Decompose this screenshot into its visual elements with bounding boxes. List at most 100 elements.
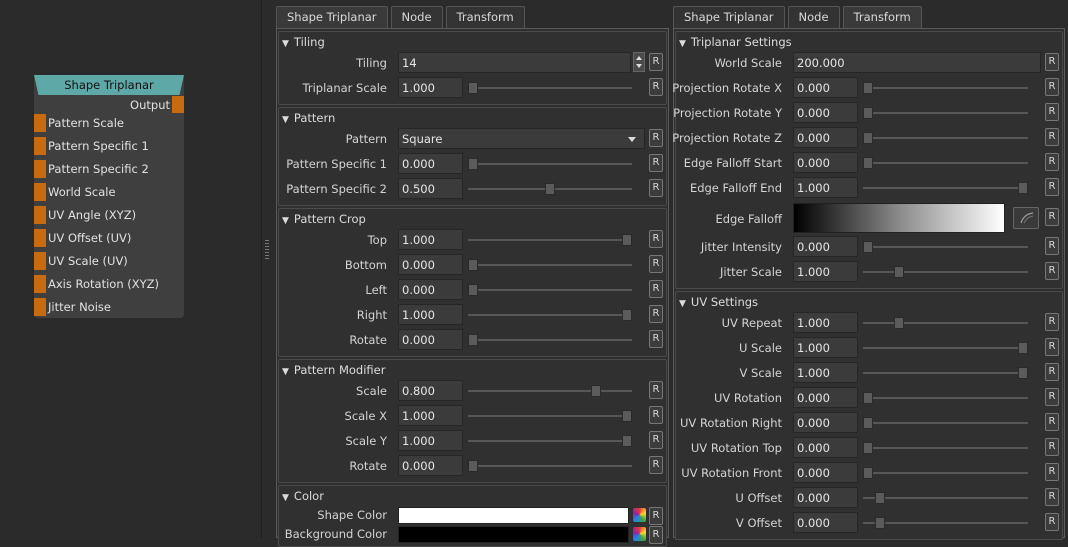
tab-node[interactable]: Node (390, 6, 443, 28)
spinbox-arrows[interactable] (633, 52, 645, 72)
slider-track-projection-rotate-z[interactable] (863, 132, 1028, 144)
slider-handle[interactable] (622, 410, 632, 422)
color-picker-icon[interactable] (633, 527, 646, 541)
slider-handle[interactable] (591, 385, 602, 397)
reset-button[interactable]: R (1045, 78, 1059, 96)
slider-track-projection-rotate-y[interactable] (863, 107, 1028, 119)
spin-up-icon[interactable] (636, 56, 642, 60)
slider-handle[interactable] (468, 284, 478, 296)
slider-handle[interactable] (468, 334, 478, 346)
group-header-pattern[interactable]: ▼ Pattern (282, 111, 335, 125)
reset-button[interactable]: R (1045, 53, 1059, 71)
slider-track-pattern-specific-2[interactable] (468, 183, 632, 195)
node-graph[interactable]: Shape Triplanar Output Pattern Scale Patt… (0, 0, 262, 538)
curve-editor-button[interactable] (1013, 207, 1039, 229)
reset-button[interactable]: R (649, 330, 663, 348)
slider-handle[interactable] (863, 82, 873, 94)
bottom-input[interactable]: 0.000 (398, 254, 463, 275)
slider-track-triplanar-scale[interactable] (468, 82, 632, 94)
slider-track-jitter-scale[interactable] (863, 266, 1028, 278)
group-header-tiling[interactable]: ▼ Tiling (282, 35, 325, 49)
rotate-input[interactable]: 0.000 (398, 455, 463, 476)
slider-handle[interactable] (863, 157, 873, 169)
jitter-scale-input[interactable]: 1.000 (793, 261, 858, 282)
reset-button[interactable]: R (1045, 338, 1059, 356)
reset-button[interactable]: R (1045, 208, 1059, 226)
slider-track-bottom[interactable] (468, 259, 632, 271)
slider-track-uv-repeat[interactable] (863, 317, 1028, 329)
projection-rotate-y-input[interactable]: 0.000 (793, 102, 858, 123)
slider-track-v-offset[interactable] (863, 517, 1028, 529)
reset-button[interactable]: R (649, 456, 663, 474)
slider-handle[interactable] (863, 107, 873, 119)
v-offset-input[interactable]: 0.000 (793, 512, 858, 533)
reset-button[interactable]: R (1045, 463, 1059, 481)
projection-rotate-z-input[interactable]: 0.000 (793, 127, 858, 148)
reset-button[interactable]: R (649, 154, 663, 172)
slider-handle[interactable] (545, 183, 555, 195)
edge-falloff-end-input[interactable]: 1.000 (793, 177, 858, 198)
slider-track-uv-rotation[interactable] (863, 392, 1028, 404)
tab-shape-triplanar[interactable]: Shape Triplanar (673, 6, 785, 28)
panel-splitter-handle[interactable] (265, 240, 269, 260)
node-input-jitter-noise[interactable]: Jitter Noise (34, 298, 184, 316)
slider-track-right[interactable] (468, 309, 632, 321)
tiling-input[interactable]: 14 (398, 52, 631, 73)
slider-track-u-offset[interactable] (863, 492, 1028, 504)
reset-button[interactable]: R (1045, 488, 1059, 506)
node-input-port[interactable] (34, 183, 46, 201)
scale-x-input[interactable]: 1.000 (398, 405, 463, 426)
slider-handle[interactable] (863, 467, 873, 479)
slider-track-scale-x[interactable] (468, 410, 632, 422)
color-swatch-shape-color[interactable] (398, 507, 629, 524)
scale-y-input[interactable]: 1.000 (398, 430, 463, 451)
slider-track-rotate[interactable] (468, 460, 632, 472)
slider-track-uv-rotation-top[interactable] (863, 442, 1028, 454)
slider-track-edge-falloff-start[interactable] (863, 157, 1028, 169)
node-input-uv-angle-xyz[interactable]: UV Angle (XYZ) (34, 206, 184, 224)
slider-track-pattern-specific-1[interactable] (468, 158, 632, 170)
slider-handle[interactable] (1018, 342, 1028, 354)
slider-handle[interactable] (863, 442, 873, 454)
reset-button[interactable]: R (649, 255, 663, 273)
collapse-triangle-icon[interactable]: ▼ (282, 367, 289, 377)
pattern-specific-2-input[interactable]: 0.500 (398, 178, 463, 199)
collapse-triangle-icon[interactable]: ▼ (282, 216, 289, 226)
slider-track-scale[interactable] (468, 385, 632, 397)
reset-button[interactable]: R (649, 179, 663, 197)
collapse-triangle-icon[interactable]: ▼ (679, 299, 686, 309)
reset-button[interactable]: R (1045, 103, 1059, 121)
triplanar-scale-input[interactable]: 1.000 (398, 77, 463, 98)
slider-handle[interactable] (863, 132, 873, 144)
reset-button[interactable]: R (1045, 128, 1059, 146)
slider-handle[interactable] (622, 309, 632, 321)
reset-button[interactable]: R (649, 230, 663, 248)
node-input-pattern-scale[interactable]: Pattern Scale (34, 114, 184, 132)
uv-rotation-top-input[interactable]: 0.000 (793, 437, 858, 458)
slider-handle[interactable] (863, 392, 873, 404)
uv-rotation-input[interactable]: 0.000 (793, 387, 858, 408)
reset-button[interactable]: R (649, 406, 663, 424)
slider-handle[interactable] (894, 266, 904, 278)
scale-input[interactable]: 0.800 (398, 380, 463, 401)
rotate-input[interactable]: 0.000 (398, 329, 463, 350)
tab-shape-triplanar[interactable]: Shape Triplanar (276, 6, 388, 28)
reset-button[interactable]: R (649, 431, 663, 449)
node-input-pattern-specific-1[interactable]: Pattern Specific 1 (34, 137, 184, 155)
node-input-port[interactable] (34, 160, 46, 178)
node-input-port[interactable] (34, 137, 46, 155)
slider-handle[interactable] (863, 241, 873, 253)
reset-button[interactable]: R (1045, 513, 1059, 531)
u-scale-input[interactable]: 1.000 (793, 337, 858, 358)
projection-rotate-x-input[interactable]: 0.000 (793, 77, 858, 98)
reset-button[interactable]: R (1045, 262, 1059, 280)
top-input[interactable]: 1.000 (398, 229, 463, 250)
node-input-port[interactable] (34, 229, 46, 247)
shape-triplanar-node[interactable]: Shape Triplanar Output Pattern Scale Patt… (34, 75, 184, 318)
reset-button[interactable]: R (1045, 413, 1059, 431)
node-output-port[interactable] (172, 96, 184, 113)
slider-track-uv-rotation-front[interactable] (863, 467, 1028, 479)
pattern-specific-1-input[interactable]: 0.000 (398, 153, 463, 174)
slider-track-left[interactable] (468, 284, 632, 296)
slider-handle[interactable] (1018, 367, 1028, 379)
